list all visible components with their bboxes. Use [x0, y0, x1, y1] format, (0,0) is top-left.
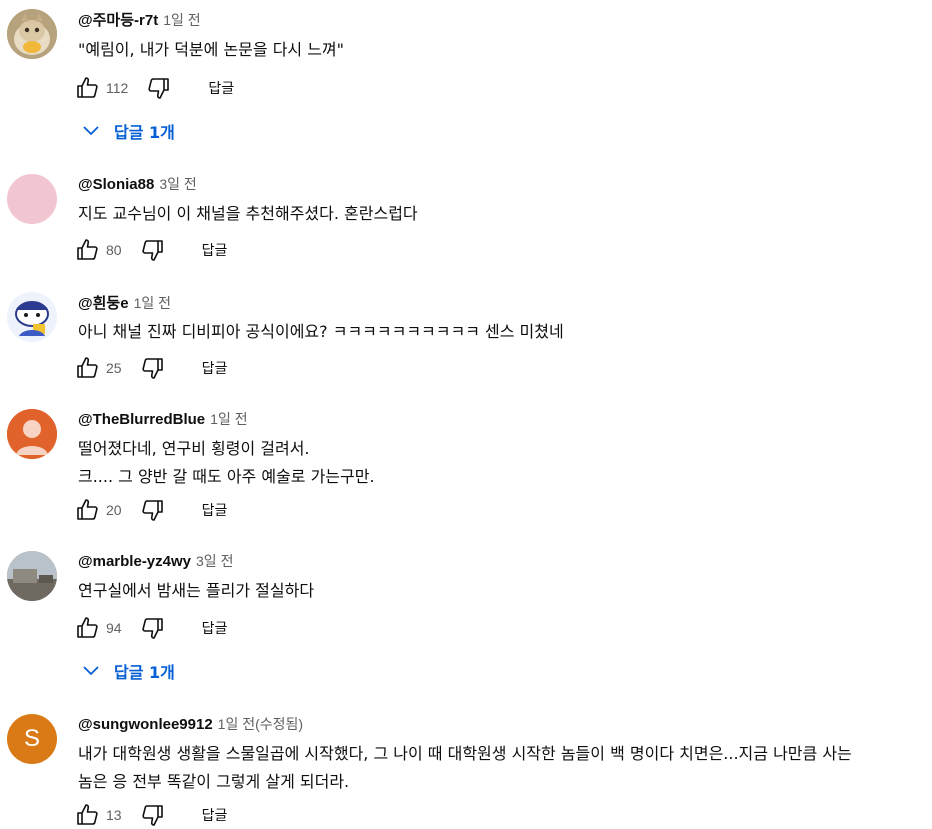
author-line: @sungwonlee9912 1일 전(수정됨)	[78, 714, 303, 734]
dislike-button[interactable]	[140, 802, 166, 828]
avatar[interactable]	[7, 551, 57, 601]
chevron-down-icon	[83, 126, 99, 136]
thumbs-down-icon	[148, 78, 170, 99]
author-name[interactable]: @주마등-r7t	[78, 9, 158, 30]
dislike-button[interactable]	[140, 497, 166, 523]
landscape-photo-icon	[7, 551, 57, 601]
thumbs-up-icon	[77, 804, 98, 825]
reply-button[interactable]: 답글	[202, 805, 228, 825]
comment-time[interactable]: 3일 전	[159, 174, 196, 194]
author-name[interactable]: @TheBlurredBlue	[78, 411, 205, 428]
comment-time[interactable]: 3일 전	[196, 551, 233, 571]
comment-actions: 20 답글	[74, 496, 227, 524]
avatar-letter: S	[23, 725, 40, 752]
view-replies-button[interactable]: 답글 1개	[80, 116, 175, 146]
like-button[interactable]	[74, 802, 100, 828]
like-count: 94	[106, 620, 122, 636]
like-count: 25	[106, 360, 122, 376]
chevron-down-icon	[83, 666, 99, 676]
like-count: 13	[106, 807, 122, 823]
comment-text: 내가 대학원생 생활을 스물일곱에 시작했다, 그 나이 때 대학원생 시작한 …	[78, 744, 852, 791]
author-line: @marble-yz4wy 3일 전	[78, 551, 233, 571]
reply-button[interactable]: 답글	[202, 358, 228, 378]
like-button[interactable]	[74, 355, 100, 381]
thumbs-up-icon	[77, 239, 98, 260]
comment-time[interactable]: 1일 전	[134, 293, 171, 313]
dislike-button[interactable]	[146, 75, 172, 101]
thumbs-up-icon	[77, 617, 98, 638]
comment-time[interactable]: 1일 전	[163, 10, 200, 30]
thumbs-up-icon	[77, 499, 98, 520]
like-button[interactable]	[74, 615, 100, 641]
cartoon-character-icon	[7, 292, 57, 342]
dislike-button[interactable]	[140, 237, 166, 263]
comment-actions: 13 답글	[74, 801, 227, 829]
reply-button[interactable]: 답글	[202, 500, 228, 520]
avatar[interactable]	[7, 292, 57, 342]
thumbs-down-icon	[141, 358, 163, 379]
comment-text: 떨어졌다네, 연구비 횡령이 걸려서. 크.... 그 양반 갈 때도 아주 예…	[78, 439, 375, 486]
author-name[interactable]: @marble-yz4wy	[78, 553, 191, 570]
author-line: @흰둥e 1일 전	[78, 292, 171, 312]
comment-text: "예림이, 내가 덕분에 논문을 다시 느껴"	[78, 40, 345, 59]
author-line: @Slonia88 3일 전	[78, 174, 197, 194]
thumbs-up-icon	[77, 77, 98, 98]
comment-time[interactable]: 1일 전(수정됨)	[218, 714, 303, 734]
avatar[interactable]	[7, 174, 57, 224]
like-count: 80	[106, 242, 122, 258]
avatar[interactable]	[7, 409, 57, 459]
person-silhouette-icon	[7, 409, 57, 459]
comment-time[interactable]: 1일 전	[210, 409, 247, 429]
comment-actions: 94 답글	[74, 614, 227, 642]
author-name[interactable]: @흰둥e	[78, 292, 129, 313]
author-name[interactable]: @Slonia88	[78, 176, 154, 193]
comment-actions: 112 답글	[74, 74, 234, 102]
author-name[interactable]: @sungwonlee9912	[78, 716, 213, 733]
dislike-button[interactable]	[140, 355, 166, 381]
thumbs-down-icon	[141, 618, 163, 639]
author-line: @TheBlurredBlue 1일 전	[78, 409, 248, 429]
avatar[interactable]: S	[7, 714, 57, 764]
like-count: 20	[106, 502, 122, 518]
like-button[interactable]	[74, 237, 100, 263]
thumbs-down-icon	[141, 805, 163, 826]
reply-button[interactable]: 답글	[202, 240, 228, 260]
like-button[interactable]	[74, 75, 100, 101]
reply-button[interactable]: 답글	[208, 78, 234, 98]
replies-count-label: 답글 1개	[114, 123, 175, 142]
thumbs-down-icon	[141, 240, 163, 261]
comment-actions: 80 답글	[74, 236, 227, 264]
comment-actions: 25 답글	[74, 354, 227, 382]
thumbs-down-icon	[141, 500, 163, 521]
author-line: @주마등-r7t 1일 전	[78, 9, 201, 29]
thumbs-up-icon	[77, 357, 98, 378]
comment-text: 연구실에서 밤새는 플리가 절실하다	[78, 581, 315, 600]
cat-photo-icon	[7, 9, 57, 59]
comment-text: 지도 교수님이 이 채널을 추천해주셨다. 혼란스럽다	[78, 204, 418, 223]
replies-count-label: 답글 1개	[114, 663, 175, 682]
view-replies-button[interactable]: 답글 1개	[80, 656, 175, 686]
comment-text: 아니 채널 진짜 디비피아 공식이에요? ㅋㅋㅋㅋㅋㅋㅋㅋㅋㅋ 센스 미쳤네	[78, 322, 564, 341]
avatar[interactable]	[7, 9, 57, 59]
dislike-button[interactable]	[140, 615, 166, 641]
like-count: 112	[106, 80, 129, 96]
reply-button[interactable]: 답글	[202, 618, 228, 638]
like-button[interactable]	[74, 497, 100, 523]
